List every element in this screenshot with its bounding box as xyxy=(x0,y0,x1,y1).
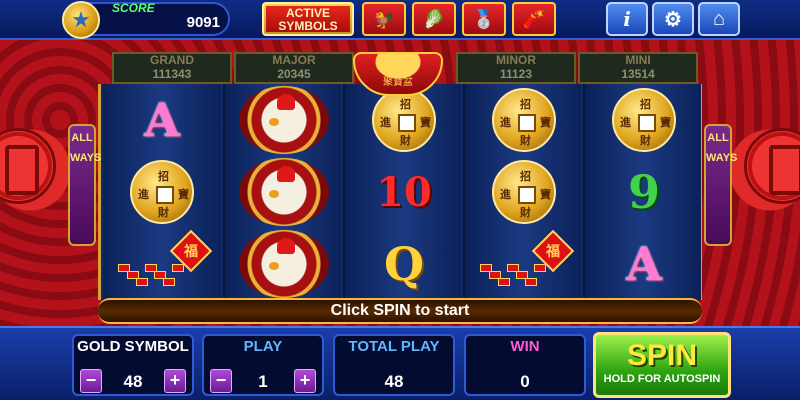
jackpot-name: MINOR xyxy=(496,53,536,67)
reel-cell: 福 xyxy=(103,228,221,300)
reel-5: 招進寶財 9 A xyxy=(583,84,701,300)
reel-cell: 9 xyxy=(585,156,703,228)
rooster-symbol xyxy=(239,158,329,226)
info-button[interactable]: i xyxy=(606,2,648,36)
home-button[interactable]: ⌂ xyxy=(698,2,740,36)
settings-button[interactable]: ⚙ xyxy=(652,2,694,36)
card-symbol-10: 10 xyxy=(376,168,432,216)
card-symbol-Q: Q xyxy=(383,237,425,291)
active-symbols-line2: SYMBOLS xyxy=(278,19,338,33)
reel-cell: 10 xyxy=(345,156,463,228)
card-symbol-A: A xyxy=(626,237,662,291)
spin-button[interactable]: SPIN HOLD FOR AUTOSPIN xyxy=(593,332,731,398)
reel-cell xyxy=(225,84,343,156)
spin-label: SPIN xyxy=(626,339,698,372)
rooster-symbol-button[interactable]: 🐓 xyxy=(362,2,406,36)
control-panel: GOLD SYMBOL − 48 + PLAY − 1 + TOTAL PLAY… xyxy=(0,326,800,400)
rooster-icon: 🐓 xyxy=(372,8,396,29)
firecracker-symbol: 福 xyxy=(114,229,213,294)
jackpot-name: GRAND xyxy=(150,53,194,67)
all-ways-left: ALL WAYS xyxy=(68,124,102,246)
all-ways-line1: ALL xyxy=(707,132,729,144)
all-ways-line2: WAYS xyxy=(70,152,102,164)
jackpot-mini: MINI 13514 xyxy=(578,52,698,84)
jackpot-grand: GRAND 111343 xyxy=(112,52,232,84)
active-symbols-button[interactable]: ACTIVE SYMBOLS xyxy=(262,2,354,36)
info-icon: i xyxy=(623,7,631,31)
reel-1: A 招進寶財福 xyxy=(103,84,221,300)
cabbage-icon: 🥬 xyxy=(422,8,446,29)
win-value: 0 xyxy=(520,372,530,391)
win-label: WIN xyxy=(510,338,540,355)
gold-coin-symbol: 招進寶財 xyxy=(130,160,194,224)
reel-cell: 招進寶財 xyxy=(465,84,583,156)
status-message: Click SPIN to start xyxy=(98,298,702,324)
reel-cell: A xyxy=(585,228,703,300)
play-plus-button[interactable]: + xyxy=(294,369,316,393)
gold-coin-symbol: 招進寶財 xyxy=(372,88,436,152)
jackpot-name: MAJOR xyxy=(272,53,316,67)
all-ways-line1: ALL xyxy=(71,132,93,144)
score-value: 9091 xyxy=(186,14,220,31)
gold-coin-symbol: 招進寶財 xyxy=(492,160,556,224)
gear-icon: ⚙ xyxy=(664,8,682,31)
reel-4: 招進寶財招進寶財福 xyxy=(463,84,581,300)
reel-cell: Q xyxy=(345,228,463,300)
rooster-symbol xyxy=(239,86,329,154)
jackpot-value: 13514 xyxy=(621,67,655,81)
reel-3: 招進寶財 10 Q xyxy=(343,84,461,300)
ingot-symbol-button[interactable]: 🥈 xyxy=(462,2,506,36)
reel-cell xyxy=(225,228,343,300)
ingot-icon: 🥈 xyxy=(472,8,496,29)
firecracker-symbol-button[interactable]: 🧨 xyxy=(512,2,556,36)
jackpot-value: 11123 xyxy=(499,67,533,81)
firecracker-icon: 🧨 xyxy=(522,8,546,29)
reel-cell: 招進寶財 xyxy=(585,84,703,156)
gold-symbol-plus-button[interactable]: + xyxy=(164,369,186,393)
spin-sublabel: HOLD FOR AUTOSPIN xyxy=(603,373,721,385)
card-symbol-A: A xyxy=(144,93,180,147)
reel-cell xyxy=(225,156,343,228)
reel-area: A招進寶財福 招進寶財 10 Q 招進寶財招進寶財福 招進寶財9A xyxy=(98,84,702,300)
jackpot-bar: GRAND 111343 MAJOR 20345 聚寶盆 MINOR 11123… xyxy=(98,44,702,96)
card-symbol-9: 9 xyxy=(627,165,660,219)
all-ways-line2: WAYS xyxy=(706,152,738,164)
play-label: PLAY xyxy=(243,338,283,355)
cabbage-symbol-button[interactable]: 🥬 xyxy=(412,2,456,36)
jackpot-value: 20345 xyxy=(277,67,311,81)
reel-cell: 招進寶財 xyxy=(103,156,221,228)
total-play-label: TOTAL PLAY xyxy=(348,338,440,355)
top-bar: ★ SCORE 9091 ACTIVE SYMBOLS 🐓 🥬 🥈 🧨 i ⚙ … xyxy=(0,0,800,40)
total-play-panel: TOTAL PLAY 48 xyxy=(333,334,455,396)
reel-cell: 福 xyxy=(465,228,583,300)
gold-coin-symbol: 招進寶財 xyxy=(612,88,676,152)
gold-symbol-label: GOLD SYMBOL xyxy=(77,338,189,355)
reel-cell: 招進寶財 xyxy=(465,156,583,228)
home-icon: ⌂ xyxy=(712,7,726,30)
gold-coin-symbol: 招進寶財 xyxy=(492,88,556,152)
jackpot-value: 111343 xyxy=(152,67,192,81)
reel-cell: A xyxy=(103,84,221,156)
total-play-value: 48 xyxy=(384,372,404,391)
reel-2 xyxy=(223,84,341,300)
star-icon: ★ xyxy=(62,1,100,39)
win-panel: WIN 0 xyxy=(464,334,586,396)
all-ways-right: ALL WAYS xyxy=(704,124,738,246)
firecracker-symbol: 福 xyxy=(476,229,575,294)
jackpot-minor: MINOR 11123 xyxy=(456,52,576,84)
jackpot-major: MAJOR 20345 xyxy=(234,52,354,84)
gold-symbol-panel: GOLD SYMBOL − 48 + xyxy=(72,334,194,396)
play-panel: PLAY − 1 + xyxy=(202,334,324,396)
jackpot-name: MINI xyxy=(625,53,651,67)
rooster-symbol xyxy=(239,230,329,298)
score-label: SCORE xyxy=(112,1,155,15)
